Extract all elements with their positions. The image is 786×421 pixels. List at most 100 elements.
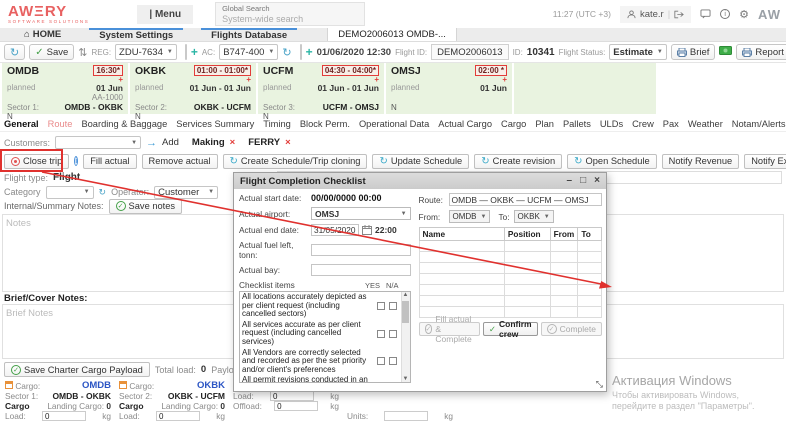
- tab-ulds[interactable]: ULDs: [600, 119, 623, 129]
- flight-type-select[interactable]: Flight▼: [53, 172, 241, 183]
- sector-card-1[interactable]: OMDB 16:30* + planned 01 Jun AA-1000 Sector…: [2, 63, 128, 121]
- table-row[interactable]: [418, 262, 602, 274]
- units-input[interactable]: [384, 411, 429, 421]
- customer-chip-ferry[interactable]: FERRY ×: [248, 137, 290, 148]
- actual-bay-input[interactable]: [311, 264, 411, 276]
- add-customer-button[interactable]: Add: [162, 137, 179, 148]
- tab-block-perm[interactable]: Block Perm.: [300, 119, 350, 129]
- remove-chip-icon[interactable]: ×: [230, 137, 236, 148]
- tab-route[interactable]: Route: [48, 119, 73, 129]
- tab-boarding-baggage[interactable]: Boarding & Baggage: [81, 119, 167, 129]
- table-row[interactable]: [418, 295, 602, 307]
- swap-icon[interactable]: ⇅: [78, 46, 87, 59]
- scroll-up-icon[interactable]: ▲: [403, 292, 409, 298]
- notify-revenue-button[interactable]: Notify Revenue: [661, 153, 740, 169]
- remove-actual-button[interactable]: Remove actual: [141, 153, 218, 169]
- add-registration-button[interactable]: +: [191, 45, 198, 59]
- sector-card-3[interactable]: UCFM 04:30 - 04:00* + planned 01 Jun - 01 J…: [258, 63, 384, 121]
- remove-chip-icon[interactable]: ×: [285, 137, 291, 148]
- tab-flight-demo2006013[interactable]: DEMO2006013 OMDB-...: [327, 28, 457, 41]
- messages-icon[interactable]: [700, 9, 711, 19]
- end-date-input[interactable]: 31/05/2020: [311, 224, 359, 236]
- save-notes-button[interactable]: ✓ Save notes: [108, 198, 183, 214]
- tab-timing[interactable]: Timing: [263, 119, 291, 129]
- checklist-scrollbar[interactable]: ▲ ▼: [400, 292, 410, 382]
- global-search-input[interactable]: Global Search System-wide search: [215, 2, 366, 26]
- load-input[interactable]: 0: [156, 411, 200, 421]
- refresh-button[interactable]: ↻: [4, 44, 26, 60]
- checkbox-yes[interactable]: [376, 301, 385, 310]
- add-arrow-icon[interactable]: →: [146, 137, 157, 149]
- tab-operational-data[interactable]: Operational Data: [359, 119, 429, 129]
- save-charter-payload-button[interactable]: ✓ Save Charter Cargo Payload: [4, 362, 150, 377]
- fill-actual-complete-button[interactable]: ✓ Fill actual & Complete: [418, 314, 480, 344]
- table-row[interactable]: [418, 251, 602, 263]
- table-row[interactable]: [418, 240, 602, 252]
- tab-pallets[interactable]: Pallets: [563, 119, 591, 129]
- refresh-icon[interactable]: ↻: [99, 187, 107, 198]
- update-schedule-button[interactable]: ↻ Update Schedule: [372, 153, 470, 169]
- tab-actual-cargo[interactable]: Actual Cargo: [438, 119, 492, 129]
- checkbox-na[interactable]: [388, 301, 397, 310]
- user-menu[interactable]: kate.r |: [619, 5, 692, 23]
- calendar-icon[interactable]: [362, 225, 372, 235]
- create-schedule-button[interactable]: ↻ Create Schedule/Trip cloning: [222, 153, 368, 169]
- checkbox-na[interactable]: [388, 357, 397, 366]
- tab-general[interactable]: General: [4, 119, 39, 129]
- add-aircraft-button[interactable]: +: [306, 45, 313, 59]
- dialog-titlebar[interactable]: Flight Completion Checklist – □ ×: [234, 173, 606, 189]
- info-icon[interactable]: i: [720, 9, 731, 19]
- fill-actual-button[interactable]: Fill actual: [83, 153, 137, 169]
- customer-chip-making[interactable]: Making ×: [192, 137, 235, 148]
- table-row[interactable]: [418, 273, 602, 285]
- payment-cash-icon[interactable]: [719, 46, 733, 58]
- close-icon[interactable]: ×: [594, 176, 600, 186]
- tab-cargo[interactable]: Cargo: [501, 119, 526, 129]
- sector-card-2[interactable]: OKBK 01:00 - 01:00* + planned 01 Jun - 01 J…: [130, 63, 256, 121]
- save-button[interactable]: ✓ Save: [29, 44, 75, 60]
- tab-pax[interactable]: Pax: [663, 119, 679, 129]
- info-icon[interactable]: i: [74, 156, 79, 166]
- route-input[interactable]: OMDB — OKBK — UCFM — OMSJ: [448, 193, 602, 206]
- tab-crew[interactable]: Crew: [632, 119, 654, 129]
- customers-select[interactable]: ▼: [55, 136, 142, 149]
- tab-plan[interactable]: Plan: [535, 119, 554, 129]
- refresh-icon[interactable]: ↻: [282, 46, 291, 59]
- scrollbar-thumb[interactable]: [401, 301, 409, 323]
- ac-search-input[interactable]: [299, 44, 302, 60]
- tab-system-settings[interactable]: System Settings: [89, 28, 184, 41]
- close-trip-button[interactable]: Close trip: [4, 153, 70, 169]
- maximize-icon[interactable]: □: [580, 176, 586, 186]
- confirm-crew-button[interactable]: ✓ Confirm crew: [482, 319, 538, 339]
- actual-airport-select[interactable]: OMSJ ▼: [311, 207, 411, 220]
- aircraft-type-select[interactable]: B747-400 ▼: [219, 44, 279, 60]
- logout-icon[interactable]: [674, 10, 684, 19]
- table-row[interactable]: [418, 284, 602, 296]
- create-revision-button[interactable]: ↻ Create revision: [474, 153, 563, 169]
- resize-handle[interactable]: ⤡: [596, 379, 603, 390]
- scroll-down-icon[interactable]: ▼: [403, 376, 409, 382]
- tab-home[interactable]: ⌂ HOME: [14, 28, 71, 41]
- checklist-scroll-area[interactable]: All locations accurately depicted as per…: [239, 291, 411, 383]
- offload-input[interactable]: 0: [274, 401, 319, 411]
- brief-button[interactable]: Brief: [670, 44, 716, 60]
- minimize-icon[interactable]: –: [567, 176, 573, 186]
- end-time-value[interactable]: 22:00: [375, 225, 397, 235]
- open-schedule-button[interactable]: ↻ Open Schedule: [567, 153, 657, 169]
- flight-status-select[interactable]: Estimate ▼: [609, 44, 667, 60]
- menu-button[interactable]: | Menu: [137, 4, 194, 24]
- reg-search-input[interactable]: [184, 44, 187, 60]
- to-select[interactable]: OKBK ▼: [513, 210, 554, 223]
- load-input[interactable]: 0: [270, 391, 314, 401]
- fuel-left-input[interactable]: [311, 244, 411, 256]
- from-select[interactable]: OMDB ▼: [448, 210, 491, 223]
- tab-flights-database[interactable]: Flights Database: [201, 28, 298, 41]
- notify-expenses-button[interactable]: Notify Expenses: [744, 153, 786, 169]
- settings-gear-icon[interactable]: ⚙: [739, 8, 749, 21]
- category-select[interactable]: ▼: [45, 185, 94, 199]
- tab-weather[interactable]: Weather: [688, 119, 723, 129]
- registration-select[interactable]: ZDU-7634 ▼: [115, 44, 177, 60]
- operator-select[interactable]: Customer ▼: [154, 185, 219, 199]
- tab-notam-alerts[interactable]: Notam/Alerts: [732, 119, 786, 129]
- checkbox-na[interactable]: [388, 329, 397, 338]
